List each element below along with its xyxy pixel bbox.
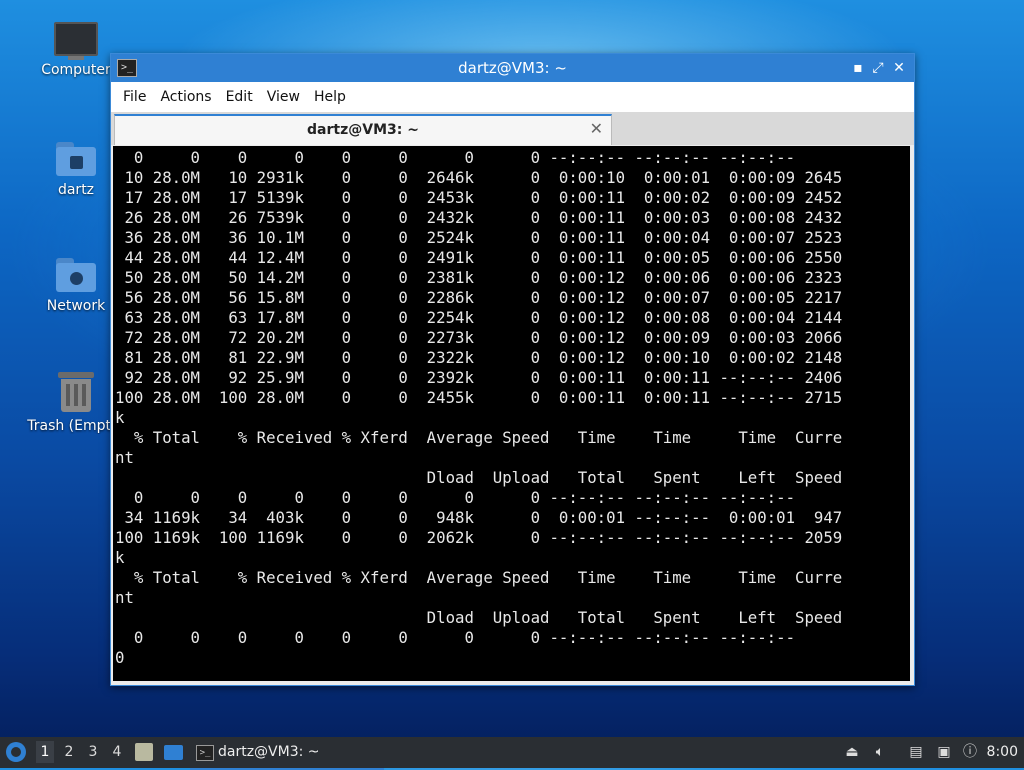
terminal-line: 56 28.0M 56 15.8M 0 0 2286k 0 0:00:12 0:… [115,288,843,307]
taskbar-task-terminal[interactable]: >_ dartz@VM3: ~ [190,740,384,770]
terminal-output[interactable]: 0 0 0 0 0 0 0 0 --:--:-- --:--:-- --:--:… [113,146,910,681]
terminal-line: 36 28.0M 36 10.1M 0 0 2524k 0 0:00:11 0:… [115,228,843,247]
workspace-1[interactable]: 1 [36,741,54,763]
maximize-button[interactable]: ⤢ [868,58,888,78]
terminal-line: 17 28.0M 17 5139k 0 0 2453k 0 0:00:11 0:… [115,188,843,207]
network-icon[interactable]: ▣ [935,743,953,761]
task-label: dartz@VM3: ~ [218,744,320,760]
start-menu-icon[interactable] [6,742,26,762]
terminal-line: 0 [115,648,125,667]
terminal-line: 92 28.0M 92 25.9M 0 0 2392k 0 0:00:11 0:… [115,368,843,387]
terminal-line: % Total % Received % Xferd Average Speed… [115,428,843,447]
terminal-line: 63 28.0M 63 17.8M 0 0 2254k 0 0:00:12 0:… [115,308,843,327]
terminal-line: 26 28.0M 26 7539k 0 0 2432k 0 0:00:11 0:… [115,208,843,227]
menu-file[interactable]: File [123,89,146,105]
terminal-line: 81 28.0M 81 22.9M 0 0 2322k 0 0:00:12 0:… [115,348,843,367]
workspace-4[interactable]: 4 [108,744,126,760]
volume-icon[interactable]: 🔈︎ [871,743,889,761]
terminal-line: 0 0 0 0 0 0 0 0 --:--:-- --:--:-- --:--:… [115,148,796,167]
terminal-line: 72 28.0M 72 20.2M 0 0 2273k 0 0:00:12 0:… [115,328,843,347]
home-folder-icon [56,142,96,176]
terminal-line: 100 28.0M 100 28.0M 0 0 2455k 0 0:00:11 … [115,388,843,407]
terminal-line: k [115,408,125,427]
window-titlebar[interactable]: >_ dartz@VM3: ~ ▪ ⤢ ✕ [111,54,914,82]
workspace-3[interactable]: 3 [84,744,102,760]
window-title: dartz@VM3: ~ [458,59,567,77]
tab-bar: dartz@VM3: ~ ✕ [111,112,914,145]
tab-label: dartz@VM3: ~ [307,122,419,138]
close-button[interactable]: ✕ [889,58,909,78]
terminal-text: 0 0 0 0 0 0 0 0 --:--:-- --:--:-- --:--:… [113,146,910,668]
terminal-window: >_ dartz@VM3: ~ ▪ ⤢ ✕ File Actions Edit … [110,53,915,686]
taskbar: 1 2 3 4 >_ dartz@VM3: ~ ⏏ 🔈︎ ▤ ▣ ⓘ 8:00 [0,737,1024,770]
minimize-button[interactable]: ▪ [848,58,868,78]
computer-icon [54,22,98,60]
terminal-line: Dload Upload Total Spent Left Speed [115,608,843,627]
menu-edit[interactable]: Edit [226,89,253,105]
file-manager-icon[interactable] [135,743,153,761]
terminal-line: nt [115,448,134,467]
terminal-task-icon: >_ [196,745,214,761]
trash-icon [58,372,94,412]
eject-icon[interactable]: ⏏ [843,743,861,761]
terminal-line: k [115,548,125,567]
terminal-line: Dload Upload Total Spent Left Speed [115,468,843,487]
tab-close-icon[interactable]: ✕ [590,119,603,138]
network-folder-icon [56,258,96,292]
menu-actions[interactable]: Actions [160,89,211,105]
terminal-line: % Total % Received % Xferd Average Speed… [115,568,843,587]
workspace-2[interactable]: 2 [60,744,78,760]
terminal-line: 44 28.0M 44 12.4M 0 0 2491k 0 0:00:11 0:… [115,248,843,267]
update-notifier-icon[interactable]: ⓘ [961,743,979,761]
clipboard-icon[interactable]: ▤ [907,743,925,761]
terminal-line: 0 0 0 0 0 0 0 0 --:--:-- --:--:-- --:--:… [115,488,796,507]
terminal-line: 34 1169k 34 403k 0 0 948k 0 0:00:01 --:-… [115,508,843,527]
clock[interactable]: 8:00 [987,744,1018,760]
terminal-line: 0 0 0 0 0 0 0 0 --:--:-- --:--:-- --:--:… [115,628,796,647]
show-desktop-icon[interactable] [164,745,183,760]
menu-help[interactable]: Help [314,89,346,105]
menu-bar: File Actions Edit View Help [111,82,914,112]
terminal-line: 10 28.0M 10 2931k 0 0 2646k 0 0:00:10 0:… [115,168,843,187]
tab-terminal[interactable]: dartz@VM3: ~ ✕ [114,114,612,145]
terminal-line: 50 28.0M 50 14.2M 0 0 2381k 0 0:00:12 0:… [115,268,843,287]
terminal-line: nt [115,588,134,607]
menu-view[interactable]: View [267,89,300,105]
terminal-line: 100 1169k 100 1169k 0 0 2062k 0 --:--:--… [115,528,843,547]
